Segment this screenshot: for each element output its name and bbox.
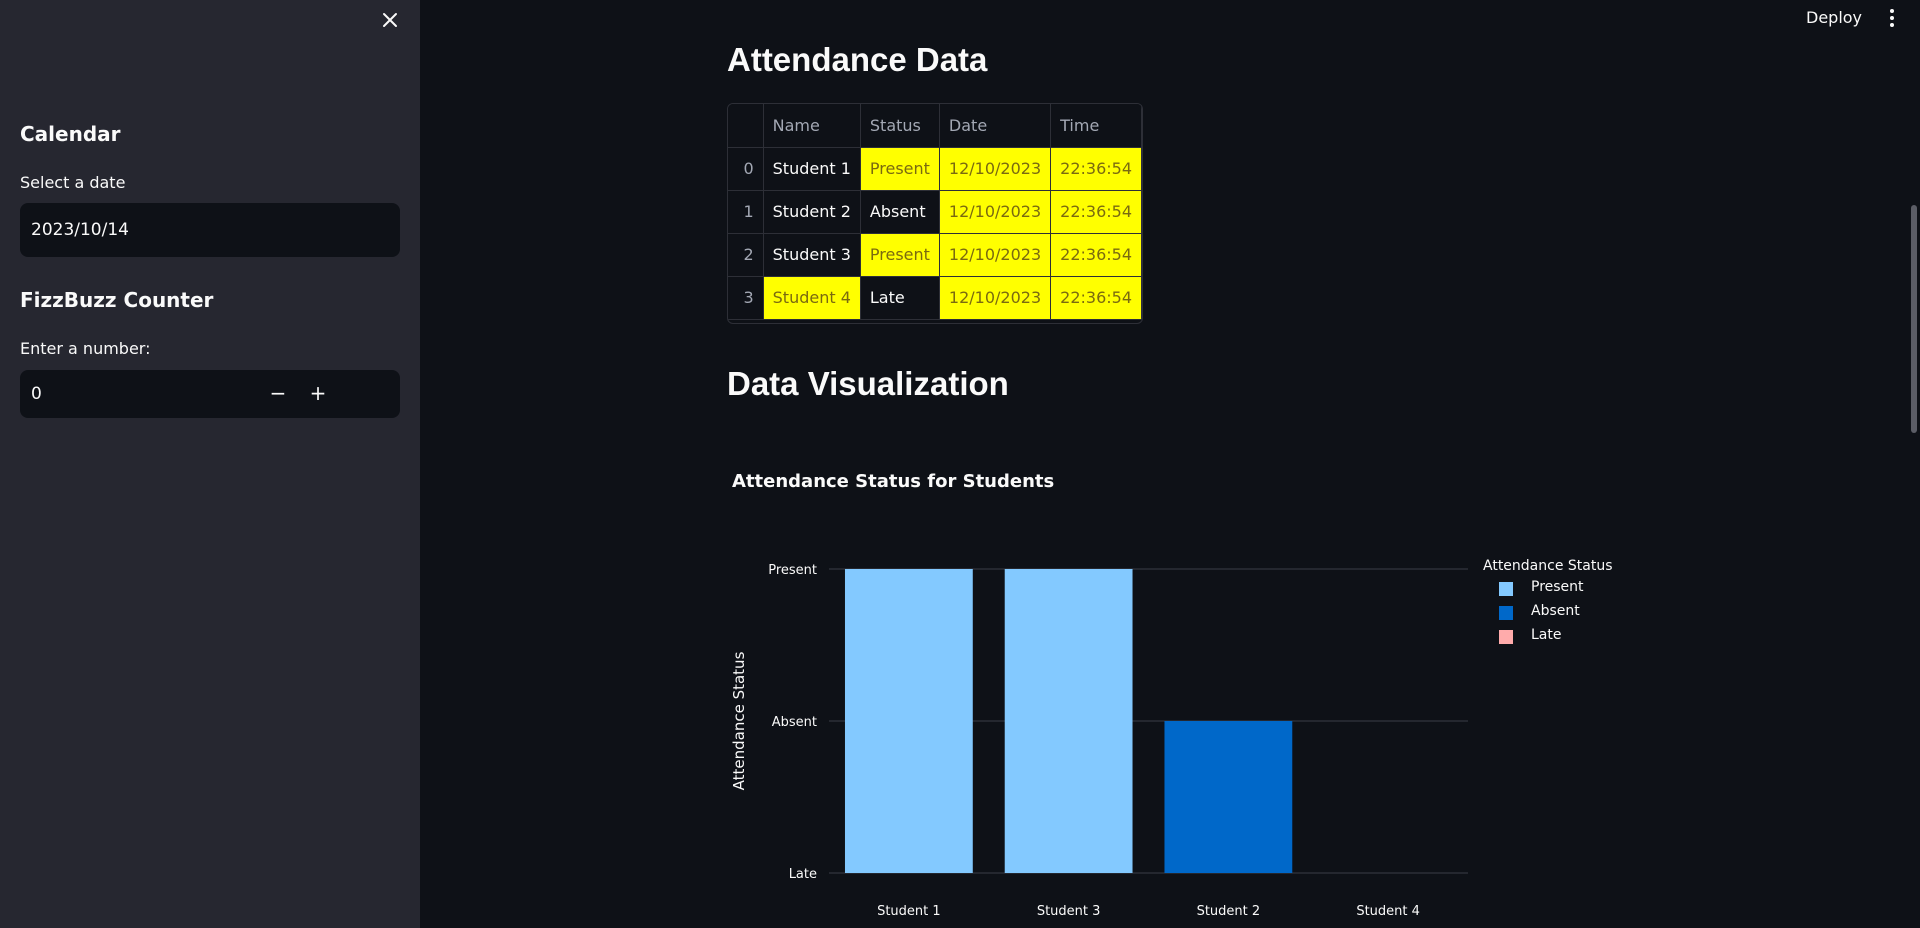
legend-item[interactable]: Present: [1483, 578, 1613, 602]
legend-swatch: [1499, 582, 1513, 596]
legend-swatch: [1499, 606, 1513, 620]
cell-date[interactable]: 12/10/2023: [939, 190, 1052, 234]
column-header-time[interactable]: Time: [1050, 104, 1142, 148]
legend-item[interactable]: Absent: [1483, 602, 1613, 626]
column-header-index[interactable]: [728, 104, 764, 148]
row-index: 1: [728, 190, 764, 234]
x-tick-label: Student 1: [877, 904, 941, 919]
row-index: 3: [728, 276, 764, 320]
table-row[interactable]: 3 Student 4 Late 12/10/2023 22:36:54: [728, 276, 1142, 320]
number-input[interactable]: 0 − +: [20, 370, 400, 418]
table-row[interactable]: 2 Student 3 Present 12/10/2023 22:36:54: [728, 233, 1142, 277]
cell-name[interactable]: Student 4: [763, 276, 861, 320]
main-menu-button[interactable]: [1882, 6, 1902, 30]
vertical-dots-icon: [1890, 9, 1894, 27]
cell-time[interactable]: 22:36:54: [1050, 147, 1142, 191]
cell-name[interactable]: Student 1: [763, 147, 861, 191]
chart-title: Attendance Status for Students: [732, 471, 1055, 492]
cell-date[interactable]: 12/10/2023: [939, 147, 1052, 191]
legend-swatch: [1499, 630, 1513, 644]
increment-button[interactable]: +: [298, 370, 338, 418]
close-icon: [383, 13, 397, 27]
cell-name[interactable]: Student 3: [763, 233, 861, 277]
date-label: Select a date: [20, 173, 126, 192]
legend-item[interactable]: Late: [1483, 626, 1613, 650]
column-header-status[interactable]: Status: [860, 104, 940, 148]
fizzbuzz-heading: FizzBuzz Counter: [20, 288, 214, 312]
number-label: Enter a number:: [20, 339, 151, 358]
cell-status[interactable]: Present: [860, 233, 940, 277]
calendar-heading: Calendar: [20, 122, 121, 146]
legend-label: Present: [1531, 579, 1584, 595]
y-tick-label: Present: [768, 563, 817, 578]
column-header-name[interactable]: Name: [763, 104, 861, 148]
table-header-row: Name Status Date Time: [728, 104, 1142, 148]
bar: [1164, 721, 1293, 873]
y-tick-label: Absent: [772, 715, 817, 730]
decrement-button[interactable]: −: [258, 370, 298, 418]
cell-status[interactable]: Late: [860, 276, 940, 320]
attendance-title: Attendance Data: [727, 41, 988, 78]
cell-date[interactable]: 12/10/2023: [939, 276, 1052, 320]
row-index: 0: [728, 147, 764, 191]
cell-status[interactable]: Absent: [860, 190, 940, 234]
number-value[interactable]: 0: [31, 370, 42, 418]
viz-title: Data Visualization: [727, 365, 1009, 402]
attendance-table[interactable]: Name Status Date Time 0 Student 1 Present 1…: [727, 103, 1143, 324]
date-input[interactable]: 2023/10/14: [20, 203, 400, 257]
cell-time[interactable]: 22:36:54: [1050, 276, 1142, 320]
cell-time[interactable]: 22:36:54: [1050, 190, 1142, 234]
legend-label: Late: [1531, 627, 1562, 643]
legend-title: Attendance Status: [1483, 558, 1613, 574]
bar: [1004, 569, 1133, 873]
legend-label: Absent: [1531, 603, 1580, 619]
row-index: 2: [728, 233, 764, 277]
scrollbar[interactable]: [1911, 205, 1917, 433]
table-row[interactable]: 1 Student 2 Absent 12/10/2023 22:36:54: [728, 190, 1142, 234]
bar: [844, 569, 973, 873]
x-tick-label: Student 4: [1356, 904, 1420, 919]
column-header-date[interactable]: Date: [939, 104, 1052, 148]
y-axis-label: Attendance Status: [730, 651, 748, 790]
table-row[interactable]: 0 Student 1 Present 12/10/2023 22:36:54: [728, 147, 1142, 191]
close-sidebar-button[interactable]: [378, 8, 402, 32]
x-tick-label: Student 3: [1037, 904, 1101, 919]
y-tick-label: Late: [789, 867, 817, 882]
cell-time[interactable]: 22:36:54: [1050, 233, 1142, 277]
cell-name[interactable]: Student 2: [763, 190, 861, 234]
cell-status[interactable]: Present: [860, 147, 940, 191]
attendance-bar-chart[interactable]: Late Absent Present Attendance Status Studen…: [700, 540, 1480, 928]
cell-date[interactable]: 12/10/2023: [939, 233, 1052, 277]
x-tick-label: Student 2: [1197, 904, 1261, 919]
chart-legend: Attendance Status Present Absent Late: [1483, 558, 1613, 650]
deploy-button[interactable]: Deploy: [1806, 8, 1862, 27]
sidebar: Calendar Select a date 2023/10/14 FizzBu…: [0, 0, 420, 928]
